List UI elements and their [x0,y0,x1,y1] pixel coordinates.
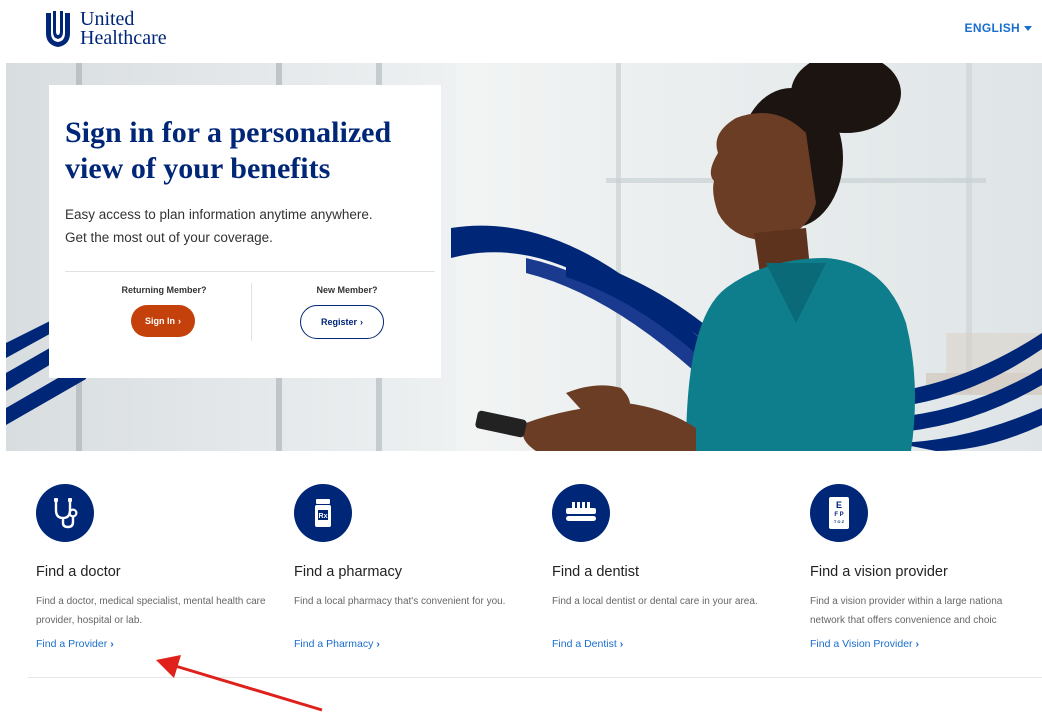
toothbrush-icon [552,484,610,542]
feature-description-line1: Find a vision provider within a large na… [810,596,1003,607]
feature-find-doctor: Find a doctor Find a doctor, medical spe… [36,484,281,652]
hero-banner: Sign in for a personalized view of your … [6,63,1042,451]
feature-description: Find a local pharmacy that's convenient … [294,596,506,607]
feature-description: Find a doctor, medical specialist, menta… [36,596,266,626]
unitedhealthcare-logo[interactable]: United Healthcare [44,9,167,49]
chevron-right-icon: › [915,638,920,650]
card-divider [65,271,435,272]
pill-bottle-icon: Rx [294,484,352,542]
register-button[interactable]: Register › [300,305,384,339]
chevron-right-icon: › [110,638,114,650]
sign-in-button[interactable]: Sign In › [131,305,195,337]
section-divider [28,677,1042,678]
feature-description-line2: network that offers convenience and choi… [810,615,997,626]
feature-description: Find a local dentist or dental care in y… [552,596,758,607]
sign-in-card: Sign in for a personalized view of your … [49,85,441,378]
hero-subtitle: Easy access to plan information anytime … [65,203,435,249]
chevron-right-icon: › [360,317,363,327]
returning-member-label: Returning Member? [121,285,207,295]
eye-chart-icon: E F P T O Z [810,484,868,542]
feature-find-vision: E F P T O Z Find a vision provider Find … [810,484,1042,652]
link-label: Find a Provider [36,638,108,650]
caret-down-icon [1024,25,1032,31]
find-a-provider-link[interactable]: Find a Provider › [36,638,114,650]
stethoscope-icon [36,484,94,542]
feature-find-pharmacy: Rx Find a pharmacy Find a local pharmacy… [294,484,539,652]
hero-subtitle-line2: Get the most out of your coverage. [65,230,273,245]
feature-description: Find a vision provider within a large na… [810,592,1042,630]
chevron-right-icon: › [178,316,181,326]
feature-title: Find a doctor [36,564,121,580]
language-label: ENGLISH [964,21,1020,35]
link-label: Find a Vision Provider [810,638,913,650]
find-a-dentist-link[interactable]: Find a Dentist › [552,638,623,650]
site-header: United Healthcare ENGLISH [0,0,1042,62]
find-care-section: Find a doctor Find a doctor, medical spe… [0,470,1042,670]
find-a-pharmacy-link[interactable]: Find a Pharmacy › [294,638,380,650]
uhc-shield-icon [46,11,70,47]
svg-text:Rx: Rx [319,513,328,520]
svg-text:T O Z: T O Z [834,519,845,524]
logo-line-healthcare: Healthcare [80,27,167,49]
find-a-vision-provider-link[interactable]: Find a Vision Provider › [810,638,919,650]
svg-text:E: E [836,500,842,510]
svg-text:F P: F P [834,512,843,518]
logo-wordmark: United Healthcare [80,9,167,49]
chevron-right-icon: › [619,638,624,650]
link-label: Find a Dentist [552,638,617,650]
feature-find-dentist: Find a dentist Find a local dentist or d… [552,484,797,652]
link-label: Find a Pharmacy [294,638,374,650]
language-selector[interactable]: ENGLISH [965,21,1032,35]
feature-title: Find a pharmacy [294,564,402,580]
feature-title: Find a dentist [552,564,640,580]
hero-title: Sign in for a personalized view of your … [65,116,392,185]
card-vertical-divider [251,283,252,341]
new-member-label: New Member? [316,285,378,295]
sign-in-label: Sign In [145,316,175,326]
register-label: Register [320,317,357,327]
feature-title: Find a vision provider [810,564,948,580]
hero-subtitle-line1: Easy access to plan information anytime … [65,207,373,222]
chevron-right-icon: › [376,638,380,650]
